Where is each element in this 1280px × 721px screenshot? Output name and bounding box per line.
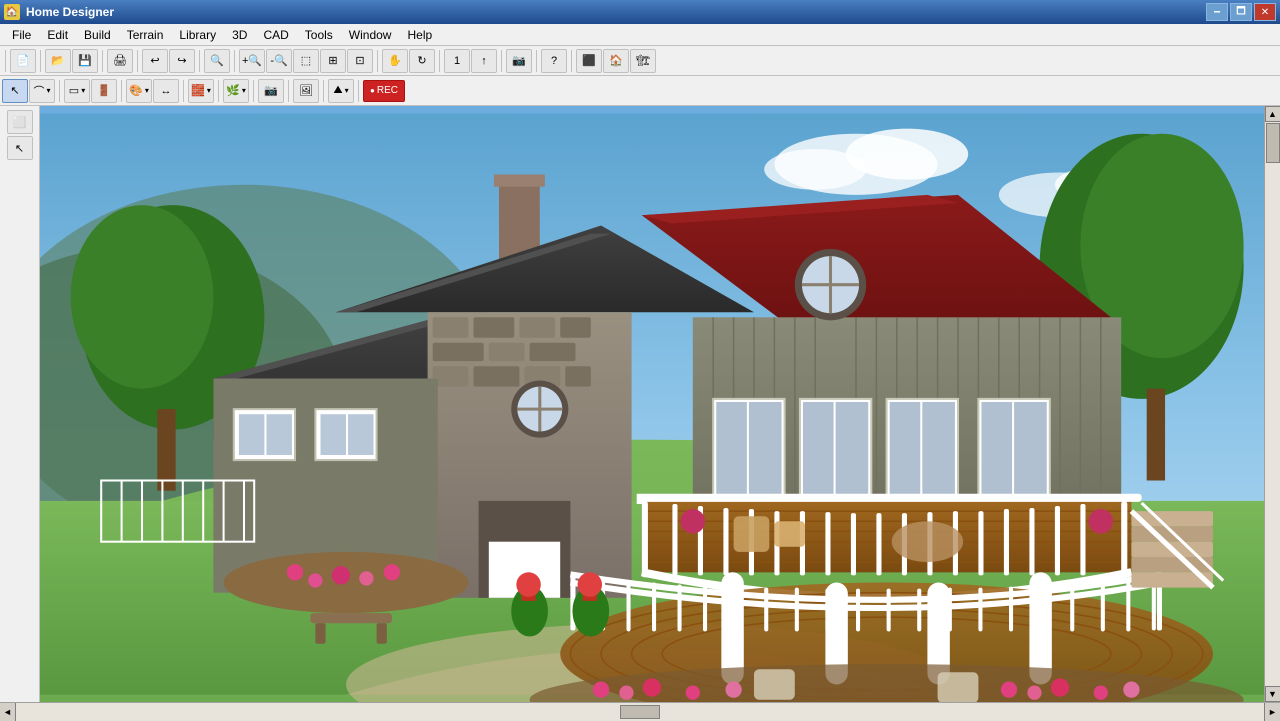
toolbar2-rec-sep: [358, 80, 359, 102]
toolbar1-sep-1: [40, 50, 41, 72]
bottom-scrollbar: ◄ ►: [0, 702, 1280, 720]
scroll-up-button[interactable]: ▲: [1265, 106, 1280, 122]
toolbar1-btn-orbit[interactable]: ↻: [409, 49, 435, 73]
toolbar2-btn-materials[interactable]: 🧱▾: [188, 79, 214, 103]
toolbar1-btn-redo[interactable]: ↪: [169, 49, 195, 73]
toolbar2-btn-camera2[interactable]: 📷: [258, 79, 284, 103]
toolbar1-btn-open[interactable]: 📂: [45, 49, 71, 73]
menu-item-terrain[interactable]: Terrain: [119, 24, 172, 45]
plants-dropdown-arrow: ▾: [242, 86, 246, 95]
toolbar2-sep-4: [218, 80, 219, 102]
menu-item-file[interactable]: File: [4, 24, 39, 45]
house-illustration: [40, 106, 1264, 702]
title-bar: 🏠 Home Designer 🗕 🗖 ✕: [0, 0, 1280, 24]
toolbar2-btn-render[interactable]: 🖼: [293, 79, 319, 103]
terrain-dropdown-arrow: ▾: [345, 86, 349, 95]
title-bar-left: 🏠 Home Designer: [4, 4, 114, 20]
toolbar1-btn-save[interactable]: 💾: [72, 49, 98, 73]
toolbar1-sep-9: [536, 50, 537, 72]
toolbar2-sep-3: [183, 80, 184, 102]
app-title: Home Designer: [26, 5, 114, 19]
toolbar2-btn-select[interactable]: ↖: [2, 79, 28, 103]
menu-bar: FileEditBuildTerrainLibrary3DCADToolsWin…: [0, 24, 1280, 46]
scroll-down-button[interactable]: ▼: [1265, 686, 1280, 702]
toolbar1-btn-view2[interactable]: 🏠: [603, 49, 629, 73]
toolbar1-sep-3: [137, 50, 138, 72]
left-tool-1[interactable]: ⬜: [7, 110, 33, 134]
toolbar2-btn-dimension[interactable]: ↔: [153, 79, 179, 103]
toolbar1-sep-8: [501, 50, 502, 72]
toolbar2-sep-6: [288, 80, 289, 102]
toolbar1-btn-zoom-in[interactable]: +🔍: [239, 49, 265, 73]
toolbar1-sep-10: [571, 50, 572, 72]
scroll-thumb-vertical[interactable]: [1266, 123, 1280, 163]
toolbar1-btn-up-arrow[interactable]: ↑: [471, 49, 497, 73]
toolbar1-btn-camera[interactable]: 📷: [506, 49, 532, 73]
toolbar2-btn-edit-shape[interactable]: ⌒▾: [29, 79, 55, 103]
wall-tool-dropdown-arrow: ▾: [81, 86, 85, 95]
toolbar2-btn-wall-tool[interactable]: ▭▾: [64, 79, 90, 103]
menu-item-help[interactable]: Help: [399, 24, 440, 45]
toolbar2-btn-terrain[interactable]: ⛰▾: [328, 79, 354, 103]
toolbar2-btn-door-tool[interactable]: 🚪: [91, 79, 117, 103]
toolbar1-separator: [5, 50, 6, 72]
toolbar1-btn-print[interactable]: 🖨: [107, 49, 133, 73]
toolbar1-sep-5: [234, 50, 235, 72]
toolbar1-btn-num1[interactable]: 1: [444, 49, 470, 73]
menu-item-tools[interactable]: Tools: [297, 24, 341, 45]
toolbar2-sep-5: [253, 80, 254, 102]
toolbar1-btn-zoom-all[interactable]: ⊡: [347, 49, 373, 73]
toolbar1-btn-undo[interactable]: ↩: [142, 49, 168, 73]
toolbar1-btn-new[interactable]: 📄: [10, 49, 36, 73]
menu-item-edit[interactable]: Edit: [39, 24, 76, 45]
toolbar1-btn-view3[interactable]: 🏗: [630, 49, 656, 73]
menu-item-library[interactable]: Library: [171, 24, 224, 45]
toolbar-2: ↖⌒▾ ▭▾🚪 🎨▾↔ 🧱▾ 🌿▾ 📷 🖼 ⛰▾ ●REC: [0, 76, 1280, 106]
menu-item-3d[interactable]: 3D: [224, 24, 255, 45]
materials-dropdown-arrow: ▾: [207, 86, 211, 95]
toolbar1-btn-view1[interactable]: ⬛: [576, 49, 602, 73]
toolbar1-btn-zoom-out[interactable]: -🔍: [266, 49, 292, 73]
close-button[interactable]: ✕: [1254, 3, 1276, 21]
toolbar1-btn-pan[interactable]: ✋: [382, 49, 408, 73]
house-render: [40, 106, 1264, 702]
scroll-right-button[interactable]: ►: [1264, 703, 1280, 721]
canvas-area[interactable]: [40, 106, 1264, 702]
toolbar2-sep-1: [59, 80, 60, 102]
main-area: ⬜ ↖: [0, 106, 1280, 702]
left-tool-2[interactable]: ↖: [7, 136, 33, 160]
right-scrollbar: ▲ ▼: [1264, 106, 1280, 702]
scroll-track-horizontal[interactable]: [16, 703, 1264, 721]
toolbar1-sep-4: [199, 50, 200, 72]
left-panel: ⬜ ↖: [0, 106, 40, 702]
menu-item-build[interactable]: Build: [76, 24, 119, 45]
paint-dropdown-arrow: ▾: [145, 86, 149, 95]
toolbar1-btn-zoom-box[interactable]: ⬚: [293, 49, 319, 73]
toolbar-1: 📄 📂💾 🖨 ↩↪ 🔍 +🔍-🔍⬚⊞⊡ ✋↻ 1↑ 📷? ⬛🏠🏗: [0, 46, 1280, 76]
toolbar1-sep-7: [439, 50, 440, 72]
toolbar1-btn-help[interactable]: ?: [541, 49, 567, 73]
toolbar1-btn-zoom-fit[interactable]: ⊞: [320, 49, 346, 73]
window-controls: 🗕 🗖 ✕: [1206, 3, 1276, 21]
scroll-left-button[interactable]: ◄: [0, 703, 16, 721]
toolbar2-btn-plants[interactable]: 🌿▾: [223, 79, 249, 103]
minimize-button[interactable]: 🗕: [1206, 3, 1228, 21]
maximize-button[interactable]: 🗖: [1230, 3, 1252, 21]
toolbar2-sep-2: [121, 80, 122, 102]
scroll-thumb-horizontal[interactable]: [620, 705, 660, 719]
toolbar2-btn-paint[interactable]: 🎨▾: [126, 79, 152, 103]
toolbar1-sep-2: [102, 50, 103, 72]
toolbar2-sep-7: [323, 80, 324, 102]
toolbar1-sep-6: [377, 50, 378, 72]
menu-item-window[interactable]: Window: [341, 24, 400, 45]
menu-item-cad[interactable]: CAD: [255, 24, 296, 45]
app-icon: 🏠: [4, 4, 20, 20]
edit-shape-dropdown-arrow: ▾: [46, 86, 50, 95]
record-button[interactable]: ●REC: [363, 80, 405, 102]
scroll-track-vertical[interactable]: [1265, 122, 1280, 686]
toolbar1-btn-search[interactable]: 🔍: [204, 49, 230, 73]
